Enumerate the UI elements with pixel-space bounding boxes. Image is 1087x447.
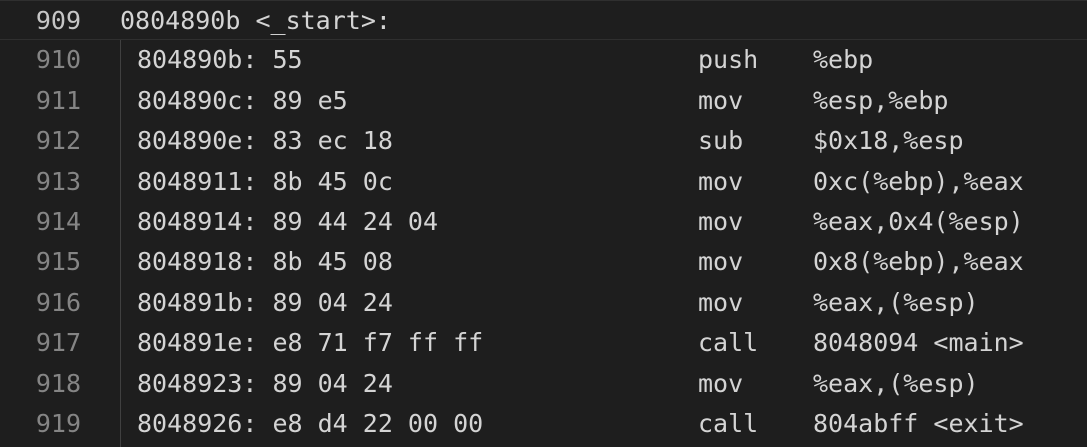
address-bytes: 8048918: 8b 45 08 [137,247,393,277]
line-number: 911 [35,85,81,115]
code-line[interactable]: 915 8048918: 8b 45 08 mov 0x8(%ebp),%eax [0,242,1087,282]
mnemonic: mov [698,207,744,236]
line-number: 913 [35,166,81,196]
mnemonic: mov [698,247,744,277]
address-bytes: 8048926: e8 d4 22 00 00 [137,409,484,438]
address-bytes: 8048923: 89 04 24 [137,368,393,398]
mnemonic: push [698,45,759,75]
function-label: 0804890b <_start>: [120,6,391,35]
line-number: 918 [35,368,81,398]
code-line[interactable]: 910 804890b: 55 push %ebp [0,40,1087,80]
code-line[interactable]: 913 8048911: 8b 45 0c mov 0xc(%ebp),%eax [0,162,1087,202]
address-bytes: 804891e: e8 71 f7 ff ff [137,328,484,358]
line-number: 919 [35,409,81,438]
code-line[interactable]: 916 804891b: 89 04 24 mov %eax,(%esp) [0,283,1087,323]
address-bytes: 804890c: 89 e5 [137,85,348,115]
mnemonic: sub [698,126,744,156]
operands: 804abff <exit> [813,409,1024,438]
address-bytes: 804891b: 89 04 24 [137,287,393,317]
code-line[interactable]: 912 804890e: 83 ec 18 sub $0x18,%esp [0,121,1087,161]
operands: 0xc(%ebp),%eax [813,166,1024,196]
operands: 0x8(%ebp),%eax [813,247,1024,277]
code-line[interactable]: 917 804891e: e8 71 f7 ff ff call 8048094… [0,323,1087,363]
code-line[interactable]: 918 8048923: 89 04 24 mov %eax,(%esp) [0,364,1087,404]
code-line[interactable]: 911 804890c: 89 e5 mov %esp,%ebp [0,81,1087,121]
operands: %eax,(%esp) [813,368,979,398]
operands: %esp,%ebp [813,85,949,115]
address-bytes: 8048914: 89 44 24 04 [137,207,439,236]
address-bytes: 804890e: 83 ec 18 [137,126,393,156]
mnemonic: mov [698,166,744,196]
mnemonic: call [698,409,759,438]
operands: 8048094 <main> [813,328,1024,358]
line-number: 915 [35,247,81,277]
address-bytes: 804890b: 55 [137,45,303,75]
mnemonic: mov [698,85,744,115]
line-number: 912 [35,126,81,156]
line-number: 914 [35,207,81,236]
code-line-header[interactable]: 909 0804890b <_start>: [0,0,1087,41]
line-number: 916 [35,287,81,317]
operands: %eax,0x4(%esp) [813,207,1024,236]
code-line[interactable]: 914 8048914: 89 44 24 04 mov %eax,0x4(%e… [0,202,1087,242]
code-editor[interactable]: 909 0804890b <_start>: 910 804890b: 55 p… [0,0,1087,447]
mnemonic: mov [698,368,744,398]
line-number: 910 [35,45,81,75]
address-bytes: 8048911: 8b 45 0c [137,166,393,196]
operands: $0x18,%esp [813,126,964,156]
line-number: 917 [35,328,81,358]
mnemonic: call [698,328,759,358]
mnemonic: mov [698,287,744,317]
code-line[interactable]: 919 8048926: e8 d4 22 00 00 call 804abff… [0,404,1087,444]
operands: %ebp [813,45,874,75]
operands: %eax,(%esp) [813,287,979,317]
line-number: 909 [35,6,81,35]
